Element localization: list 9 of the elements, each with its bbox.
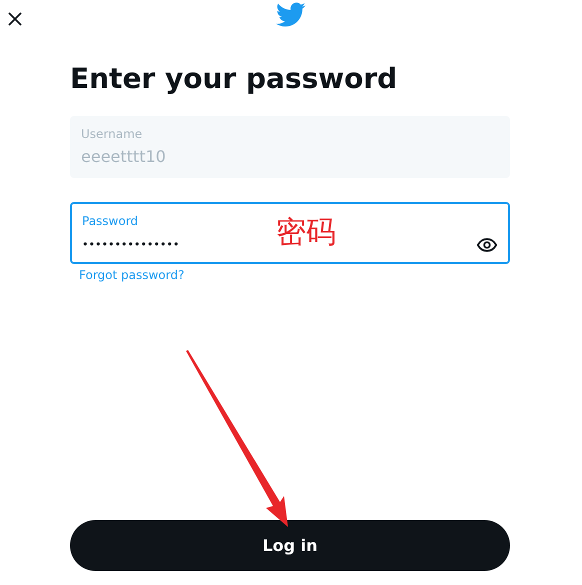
bird-icon xyxy=(276,2,306,28)
password-field[interactable]: Password ••••••••••••••• 密码 xyxy=(70,202,510,264)
annotation-text: 密码 xyxy=(276,218,336,248)
page-title: Enter your password xyxy=(70,62,398,96)
field-label: Username xyxy=(81,126,144,143)
field-value: eeeetttt10 xyxy=(81,146,166,168)
field-value: ••••••••••••••• xyxy=(82,238,180,252)
login-button[interactable]: Log in xyxy=(70,520,510,571)
field-label: Password xyxy=(82,212,140,230)
